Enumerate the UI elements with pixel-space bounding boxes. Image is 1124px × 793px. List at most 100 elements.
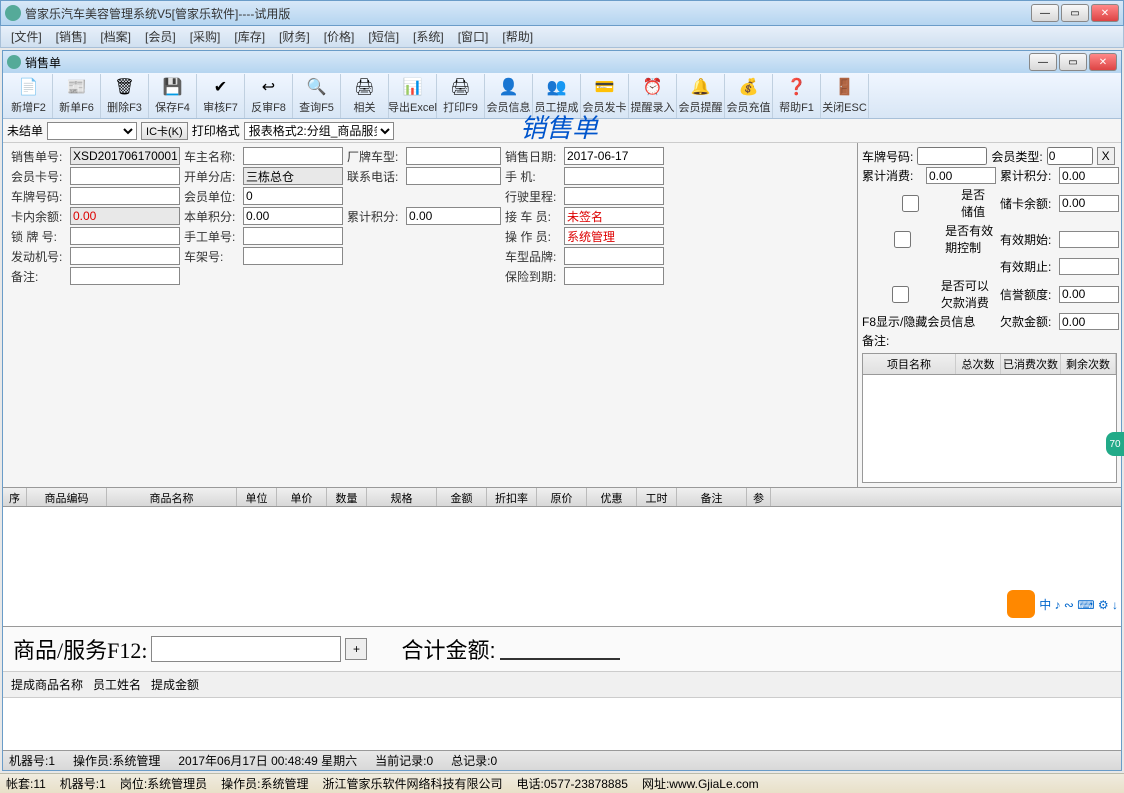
status-combo[interactable] [47,122,137,140]
form-input-operator[interactable] [564,227,664,245]
form-input-brand[interactable] [564,247,664,265]
grid-col-header[interactable]: 序 [3,488,27,506]
commission-body[interactable] [3,698,1121,750]
form-input-total_pts[interactable] [406,207,501,225]
toolbar-button[interactable]: 📊导出Excel [389,74,437,118]
form-input-branch[interactable] [243,167,343,185]
menu-item[interactable]: [价格] [318,26,361,47]
owe-input[interactable] [1059,313,1119,330]
toolbar-button[interactable]: 🖨相关 [341,74,389,118]
grid-col-header[interactable]: 单价 [277,488,327,506]
toolbar-button[interactable]: 📰新单F6 [53,74,101,118]
side-type-input[interactable] [1047,147,1093,165]
ime-indicator[interactable]: 中 ♪ ∾ ⌨ ⚙ ↓ [1039,596,1118,613]
menu-item[interactable]: [帮助] [496,26,539,47]
inner-close-button[interactable]: ✕ [1089,53,1117,71]
close-button[interactable]: ✕ [1091,4,1119,22]
form-input-lock[interactable] [70,227,180,245]
form-input-owner[interactable] [243,147,343,165]
toolbar-button[interactable]: ⏰提醒录入 [629,74,677,118]
toolbar-button[interactable]: ❓帮助F1 [773,74,821,118]
grid-col-header[interactable]: 数量 [327,488,367,506]
credit-checkbox[interactable] [862,286,939,303]
form-input-points[interactable] [243,207,343,225]
form-input-frame[interactable] [243,247,343,265]
end-input[interactable] [1059,258,1119,275]
side-plate-input[interactable] [917,147,987,165]
toolbar-button[interactable]: 🖨打印F9 [437,74,485,118]
grid-col-header[interactable]: 原价 [537,488,587,506]
store-checkbox[interactable] [862,195,959,212]
form-input-engine[interactable] [70,247,180,265]
toolbar-button[interactable]: 🔍查询F5 [293,74,341,118]
form-input-card[interactable] [70,167,180,185]
grid-col-header[interactable]: 商品名称 [107,488,237,506]
form-label: 行驶里程: [505,188,560,205]
toolbar-button[interactable]: 🚪关闭ESC [821,74,869,118]
toolbar-button[interactable]: 📄新增F2 [5,74,53,118]
items-grid-body[interactable] [3,507,1121,627]
print-format-select[interactable]: 报表格式2:分组_商品服务 [244,122,394,140]
start-input[interactable] [1059,231,1119,248]
product-entry-input[interactable] [151,636,341,662]
form-input-tel[interactable] [406,167,501,185]
machine-no: 机器号:1 [60,775,106,792]
consume-input[interactable] [926,167,996,184]
menu-item[interactable]: [会员] [139,26,182,47]
system-tray: 中 ♪ ∾ ⌨ ⚙ ↓ [1007,590,1118,618]
grid-col-header[interactable]: 金额 [437,488,487,506]
status-label: 未结单 [7,122,43,139]
menu-item[interactable]: [销售] [50,26,93,47]
grid-col-header[interactable]: 折扣率 [487,488,537,506]
toolbar-button[interactable]: 💾保存F4 [149,74,197,118]
form-input-balance[interactable] [70,207,180,225]
credit-input[interactable] [1059,286,1119,303]
inner-minimize-button[interactable]: — [1029,53,1057,71]
toolbar-button[interactable]: 🔔会员提醒 [677,74,725,118]
toolbar-button[interactable]: ↩反审F8 [245,74,293,118]
menu-item[interactable]: [库存] [228,26,271,47]
expire-checkbox[interactable] [862,231,943,248]
grid-col-header[interactable]: 规格 [367,488,437,506]
form-input-manual[interactable] [243,227,343,245]
side-close-button[interactable]: X [1097,147,1115,165]
menu-item[interactable]: [系统] [407,26,450,47]
store-bal-input[interactable] [1059,195,1119,212]
form-input-remark[interactable] [70,267,180,285]
pts-input[interactable] [1059,167,1119,184]
add-product-button[interactable]: + [345,638,367,660]
ic-card-button[interactable]: IC卡(K) [141,122,188,140]
menu-item[interactable]: [档案] [94,26,137,47]
grid-col-header[interactable]: 备注 [677,488,747,506]
toolbar-icon: 📄 [18,76,40,98]
grid-col-header[interactable]: 商品编码 [27,488,107,506]
menu-item[interactable]: [文件] [5,26,48,47]
minimize-button[interactable]: — [1031,4,1059,22]
side-badge[interactable]: 70 [1106,432,1124,456]
form-input-ins[interactable] [564,267,664,285]
menu-item[interactable]: [窗口] [452,26,495,47]
form-input-mileage[interactable] [564,187,664,205]
form-input-phone[interactable] [564,167,664,185]
grid-col-header[interactable]: 参 [747,488,771,506]
menu-item[interactable]: [采购] [184,26,227,47]
menu-item[interactable]: [财务] [273,26,316,47]
inner-maximize-button[interactable]: ▭ [1059,53,1087,71]
form-label: 车型品牌: [505,248,560,265]
form-input-sale_no[interactable] [70,147,180,165]
form-input-unit[interactable] [243,187,343,205]
toolbar-button[interactable]: ✔审核F7 [197,74,245,118]
toolbar-button[interactable]: 🗑删除F3 [101,74,149,118]
menu-item[interactable]: [短信] [362,26,405,47]
grid-col-header[interactable]: 优惠 [587,488,637,506]
grid-col-header[interactable]: 工时 [637,488,677,506]
grid-col-header[interactable]: 单位 [237,488,277,506]
toolbar-button[interactable]: 💰会员充值 [725,74,773,118]
form-input-plate[interactable] [70,187,180,205]
form-input-receiver[interactable] [564,207,664,225]
form-input-date[interactable] [564,147,664,165]
form-input-factory[interactable] [406,147,501,165]
maximize-button[interactable]: ▭ [1061,4,1089,22]
tray-icon[interactable] [1007,590,1035,618]
form-label: 锁 牌 号: [11,228,66,245]
